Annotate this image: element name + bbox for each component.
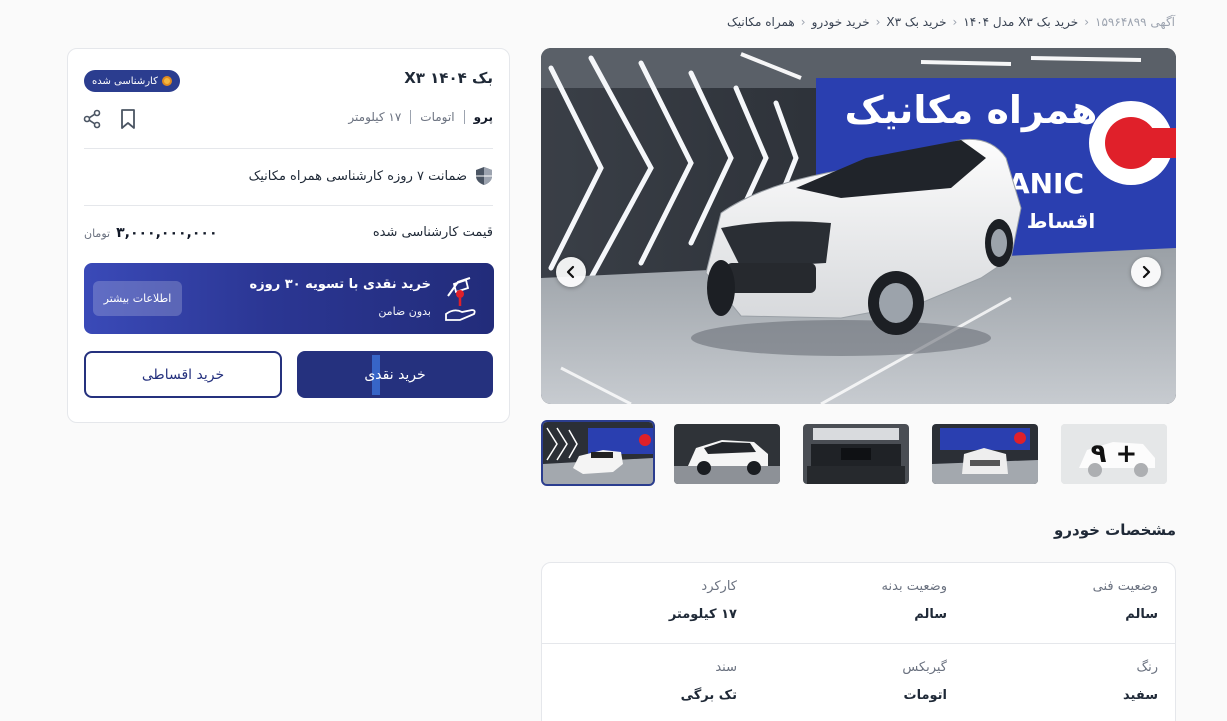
buy-cash-button[interactable]: خرید نقدی — [297, 351, 493, 398]
medal-icon — [161, 76, 172, 86]
banner-text: همراه مکانیک — [845, 88, 1098, 132]
spec-value: اتومات — [903, 688, 947, 703]
prev-photo-button[interactable] — [556, 257, 586, 287]
price-currency: تومان — [84, 227, 111, 240]
promo-title: خرید نقدی با تسویه ۳۰ روزه — [249, 277, 431, 292]
more-photos-count: ۹ + — [1061, 424, 1167, 484]
spec-label: وضعیت بدنه — [881, 579, 947, 594]
buy-cash-label: خرید نقدی — [364, 366, 426, 383]
quick-specs: پرو اتومات ۱۷ کیلومتر — [348, 110, 493, 124]
spec-label: گیربکس — [902, 660, 947, 675]
breadcrumb-buy-model-year[interactable]: خرید بک X۳ مدل ۱۴۰۴ — [963, 15, 1078, 29]
price: ۳,۰۰۰,۰۰۰,۰۰۰ تومان — [84, 225, 217, 241]
chevron-right-icon — [1142, 265, 1151, 279]
quick-spec-gearbox: اتومات — [420, 110, 455, 124]
chevron-left-icon: ‹ — [952, 15, 958, 29]
shield-icon — [476, 167, 492, 185]
spec-technical-condition: وضعیت فنی سالم — [958, 563, 1158, 643]
hand-money-icon — [445, 277, 476, 321]
spec-label: سند — [715, 660, 737, 675]
breadcrumb-ad-id: آگهی ۱۵۹۶۴۸۹۹ — [1095, 15, 1175, 29]
bookmark-icon[interactable] — [118, 108, 138, 130]
price-label: قیمت کارشناسی شده — [372, 225, 493, 240]
chevron-left-icon — [566, 265, 575, 279]
spec-value: سفید — [1123, 688, 1158, 703]
chevron-left-icon: ‹ — [1084, 15, 1090, 29]
spec-value: سالم — [914, 607, 947, 622]
price-value: ۳,۰۰۰,۰۰۰,۰۰۰ — [116, 225, 218, 241]
divider — [410, 110, 412, 124]
breadcrumb-buy-car[interactable]: خرید خودرو — [812, 15, 870, 29]
specs-heading: مشخصات خودرو — [1054, 521, 1176, 539]
buy-installment-button[interactable]: خرید اقساطی — [84, 351, 282, 398]
warranty-row: ضمانت ۷ روزه کارشناسی همراه مکانیک — [249, 166, 493, 186]
spec-value: تک برگی — [680, 688, 737, 703]
share-icon[interactable] — [82, 109, 102, 129]
spec-label: رنگ — [1136, 660, 1158, 675]
divider — [84, 205, 493, 206]
banner-subtext: ANIC — [1008, 167, 1084, 200]
banner-subtext-2: اقساط — [1027, 209, 1096, 233]
specs-table: وضعیت فنی سالم وضعیت بدنه سالم کارکرد ۱۷… — [541, 562, 1176, 721]
spec-document: سند تک برگی — [537, 644, 737, 721]
thumbnail-3[interactable] — [803, 424, 909, 484]
inspected-badge-label: کارشناسی شده — [92, 75, 158, 87]
spec-body-condition: وضعیت بدنه سالم — [747, 563, 947, 643]
divider — [84, 148, 493, 149]
quick-spec-trim: پرو — [473, 110, 493, 124]
cash-30-day-promo[interactable]: خرید نقدی با تسویه ۳۰ روزه بدون ضامن اطل… — [84, 263, 494, 334]
spec-gearbox: گیربکس اتومات — [747, 644, 947, 721]
thumbnail-more[interactable]: ۹ + — [1061, 424, 1167, 484]
listing-info-card: بک X۳ ۱۴۰۴ کارشناسی شده پرو اتومات ۱۷ کی… — [67, 48, 510, 423]
warranty-text: ضمانت ۷ روزه کارشناسی همراه مکانیک — [248, 168, 467, 184]
breadcrumb-home[interactable]: همراه مکانیک — [727, 15, 795, 29]
spec-value: سالم — [1125, 607, 1158, 622]
thumbnail-2[interactable] — [674, 424, 780, 484]
next-photo-button[interactable] — [1131, 257, 1161, 287]
spec-label: وضعیت فنی — [1092, 579, 1158, 594]
more-info-button[interactable]: اطلاعات بیشتر — [93, 281, 182, 316]
thumbnail-strip: ۹ + — [541, 420, 1176, 486]
inspected-badge: کارشناسی شده — [84, 70, 180, 92]
promo-subtitle: بدون ضامن — [378, 305, 431, 318]
thumbnail-1[interactable] — [541, 420, 655, 486]
breadcrumb: همراه مکانیک ‹ خرید خودرو ‹ خرید بک X۳ ‹… — [727, 12, 1175, 32]
specs-row: رنگ سفید گیربکس اتومات سند تک برگی — [542, 643, 1175, 721]
spec-color: رنگ سفید — [958, 644, 1158, 721]
divider — [463, 110, 465, 124]
quick-spec-mileage: ۱۷ کیلومتر — [348, 110, 402, 124]
thumbnail-4[interactable] — [932, 424, 1038, 484]
spec-mileage: کارکرد ۱۷ کیلومتر — [537, 563, 737, 643]
chevron-left-icon: ‹ — [800, 15, 806, 29]
specs-row: وضعیت فنی سالم وضعیت بدنه سالم کارکرد ۱۷… — [542, 563, 1175, 643]
spec-label: کارکرد — [701, 579, 737, 594]
chevron-left-icon: ‹ — [875, 15, 881, 29]
listing-title: بک X۳ ۱۴۰۴ — [404, 69, 493, 87]
main-car-photo[interactable]: همراه مکانیک ANIC اقساط — [541, 48, 1176, 404]
breadcrumb-buy-model[interactable]: خرید بک X۳ — [886, 15, 946, 29]
spec-value: ۱۷ کیلومتر — [668, 607, 737, 622]
